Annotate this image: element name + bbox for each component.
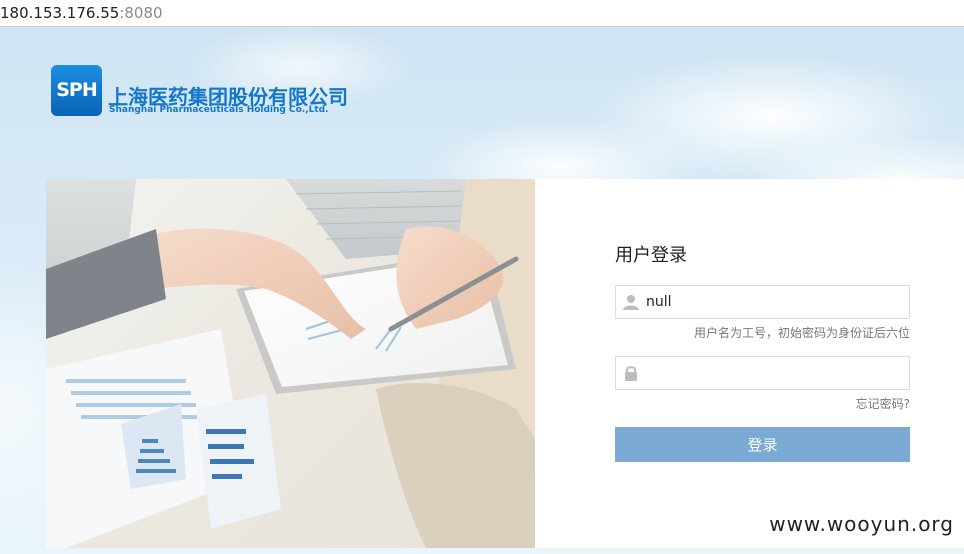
username-field[interactable]: null [615, 285, 910, 319]
login-panel: 用户登录 null 用户名为工号，初始密码为身份证后六位 忘记密码? 登录 [535, 179, 964, 548]
forgot-password-link[interactable]: 忘记密码? [856, 395, 910, 412]
username-value: null [646, 294, 672, 310]
password-input[interactable] [646, 358, 901, 388]
lock-icon [622, 364, 640, 382]
business-photo-illustration [46, 179, 535, 548]
watermark-text: www.wooyun.org [769, 512, 954, 536]
user-icon [622, 293, 640, 311]
password-field[interactable] [615, 356, 910, 390]
login-title: 用户登录 [615, 245, 687, 266]
login-button[interactable]: 登录 [615, 427, 910, 462]
address-port: :8080 [119, 4, 163, 22]
username-hint: 用户名为工号，初始密码为身份证后六位 [693, 326, 910, 340]
company-name-en: Shanghai Pharmaceuticals Holding Co.,Ltd… [109, 105, 329, 115]
address-host: 180.153.176.55 [0, 4, 120, 22]
login-page: 180.153.176.55:8080 SPH 上海医药集团股份有限公司 Sha… [0, 0, 964, 554]
address-bar[interactable]: 180.153.176.55:8080 [0, 0, 964, 27]
business-photo [46, 179, 535, 548]
logo-mark: SPH [51, 65, 102, 116]
